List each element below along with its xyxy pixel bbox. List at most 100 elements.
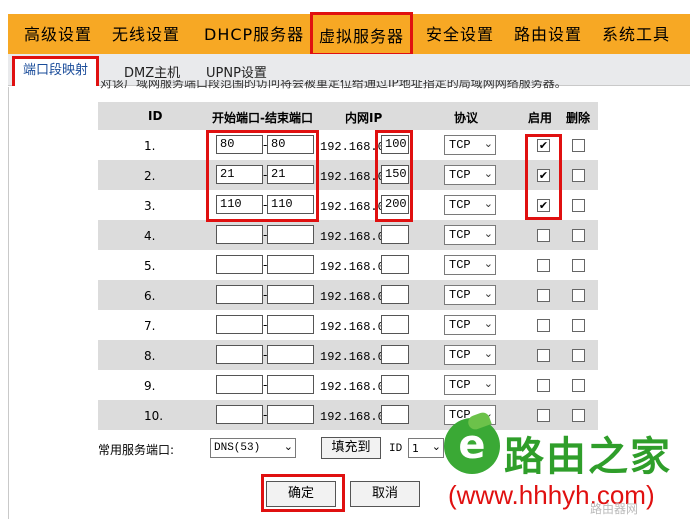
row-id: 6. <box>144 289 156 303</box>
header-internal-ip: 内网IP <box>345 111 383 125</box>
delete-checkbox[interactable] <box>572 289 585 302</box>
delete-checkbox[interactable] <box>572 139 585 152</box>
end-port-input[interactable] <box>267 285 314 304</box>
ip-last-octet-input[interactable] <box>381 255 409 274</box>
protocol-select[interactable]: TCP ⌄ <box>444 195 496 215</box>
common-service-select[interactable]: DNS(53) ⌄ <box>210 438 296 458</box>
ip-last-octet-input[interactable] <box>381 405 409 424</box>
protocol-value: TCP <box>449 318 471 332</box>
row-id: 4. <box>144 229 156 243</box>
tab-security-settings[interactable]: 安全设置 <box>426 14 494 54</box>
chevron-down-icon: ⌄ <box>483 317 493 330</box>
ip-last-octet-input[interactable]: 100 <box>381 135 409 154</box>
end-port-input[interactable]: 80 <box>267 135 314 154</box>
end-port-input[interactable]: 110 <box>267 195 314 214</box>
fill-id-select[interactable]: 1 ⌄ <box>408 438 444 458</box>
enable-checkbox[interactable] <box>537 289 550 302</box>
delete-checkbox[interactable] <box>572 319 585 332</box>
delete-checkbox[interactable] <box>572 229 585 242</box>
start-port-input[interactable] <box>216 405 263 424</box>
table-row: 4. -192.168.0. TCP ⌄ <box>98 220 598 250</box>
ip-last-octet-input[interactable] <box>381 315 409 334</box>
table-row: 5. -192.168.0. TCP ⌄ <box>98 250 598 280</box>
subtab-port-range-mapping[interactable]: 端口段映射 <box>12 56 100 86</box>
start-port-input[interactable]: 21 <box>216 165 263 184</box>
table-row: 1. 80-80 192.168.0. 100 TCP ⌄ ✔ <box>98 130 598 160</box>
ok-button[interactable]: 确定 <box>266 481 336 507</box>
tab-routing-settings[interactable]: 路由设置 <box>514 14 582 54</box>
fill-id-value: 1 <box>412 442 419 455</box>
start-port-input[interactable] <box>216 255 263 274</box>
tab-system-tools[interactable]: 系统工具 <box>602 14 670 54</box>
protocol-value: TCP <box>449 168 471 182</box>
subtab-upnp-settings[interactable]: UPNP设置 <box>206 62 267 81</box>
enable-checkbox[interactable] <box>537 319 550 332</box>
table-row: 3. 110-110 192.168.0. 200 TCP ⌄ ✔ <box>98 190 598 220</box>
protocol-value: TCP <box>449 198 471 212</box>
top-navigation: 高级设置 无线设置 DHCP服务器 虚拟服务器 安全设置 路由设置 系统工具 <box>8 12 690 56</box>
ip-last-octet-input[interactable] <box>381 285 409 304</box>
protocol-value: TCP <box>449 228 471 242</box>
chevron-down-icon: ⌄ <box>483 347 493 360</box>
protocol-select[interactable]: TCP ⌄ <box>444 315 496 335</box>
row-id: 7. <box>144 319 156 333</box>
enable-checkbox[interactable] <box>537 349 550 362</box>
start-port-input[interactable] <box>216 345 263 364</box>
delete-checkbox[interactable] <box>572 379 585 392</box>
ip-last-octet-input[interactable] <box>381 345 409 364</box>
delete-checkbox[interactable] <box>572 349 585 362</box>
table-row: 2. 21-21 192.168.0. 150 TCP ⌄ ✔ <box>98 160 598 190</box>
end-port-input[interactable] <box>267 405 314 424</box>
protocol-value: TCP <box>449 348 471 362</box>
fill-to-button[interactable]: 填充到 <box>321 437 381 459</box>
cancel-button[interactable]: 取消 <box>350 481 420 507</box>
enable-checkbox[interactable]: ✔ <box>537 139 550 152</box>
ip-last-octet-input[interactable] <box>381 225 409 244</box>
protocol-select[interactable]: TCP ⌄ <box>444 135 496 155</box>
table-row: 7. -192.168.0. TCP ⌄ <box>98 310 598 340</box>
row-id: 1. <box>144 139 156 153</box>
delete-checkbox[interactable] <box>572 259 585 272</box>
start-port-input[interactable]: 110 <box>216 195 263 214</box>
start-port-input[interactable] <box>216 225 263 244</box>
enable-checkbox[interactable]: ✔ <box>537 199 550 212</box>
chevron-down-icon: ⌄ <box>483 377 493 390</box>
start-port-input[interactable] <box>216 375 263 394</box>
protocol-select[interactable]: TCP ⌄ <box>444 375 496 395</box>
ip-last-octet-input[interactable]: 150 <box>381 165 409 184</box>
fill-id-label: ID <box>389 443 403 455</box>
tab-wireless-settings[interactable]: 无线设置 <box>112 14 180 54</box>
protocol-select[interactable]: TCP ⌄ <box>444 225 496 245</box>
delete-checkbox[interactable] <box>572 169 585 182</box>
enable-checkbox[interactable] <box>537 259 550 272</box>
watermark-faded-text: 路由器网 <box>590 502 639 516</box>
end-port-input[interactable] <box>267 345 314 364</box>
row-id: 5. <box>144 259 156 273</box>
enable-checkbox[interactable]: ✔ <box>537 169 550 182</box>
start-port-input[interactable]: 80 <box>216 135 263 154</box>
table-row: 6. -192.168.0. TCP ⌄ <box>98 280 598 310</box>
tab-virtual-server[interactable]: 虚拟服务器 <box>310 12 414 56</box>
ip-last-octet-input[interactable]: 200 <box>381 195 409 214</box>
end-port-input[interactable] <box>267 375 314 394</box>
protocol-select[interactable]: TCP ⌄ <box>444 345 496 365</box>
end-port-input[interactable] <box>267 255 314 274</box>
description-note: 对该广域网服务端口段范围的访问将会被重定位给通过IP地址指定的局域网网络服务器。 <box>100 80 567 90</box>
protocol-select[interactable]: TCP ⌄ <box>444 165 496 185</box>
protocol-value: TCP <box>449 138 471 152</box>
end-port-input[interactable]: 21 <box>267 165 314 184</box>
protocol-select[interactable]: TCP ⌄ <box>444 285 496 305</box>
start-port-input[interactable] <box>216 315 263 334</box>
end-port-input[interactable] <box>267 225 314 244</box>
subtab-dmz-host[interactable]: DMZ主机 <box>124 62 180 81</box>
ip-last-octet-input[interactable] <box>381 375 409 394</box>
end-port-input[interactable] <box>267 315 314 334</box>
tab-advanced-settings[interactable]: 高级设置 <box>24 14 92 54</box>
delete-checkbox[interactable] <box>572 199 585 212</box>
enable-checkbox[interactable] <box>537 229 550 242</box>
enable-checkbox[interactable] <box>537 379 550 392</box>
protocol-select[interactable]: TCP ⌄ <box>444 255 496 275</box>
watermark-title: 路由之家 <box>504 434 672 480</box>
start-port-input[interactable] <box>216 285 263 304</box>
tab-dhcp-server[interactable]: DHCP服务器 <box>204 14 304 54</box>
